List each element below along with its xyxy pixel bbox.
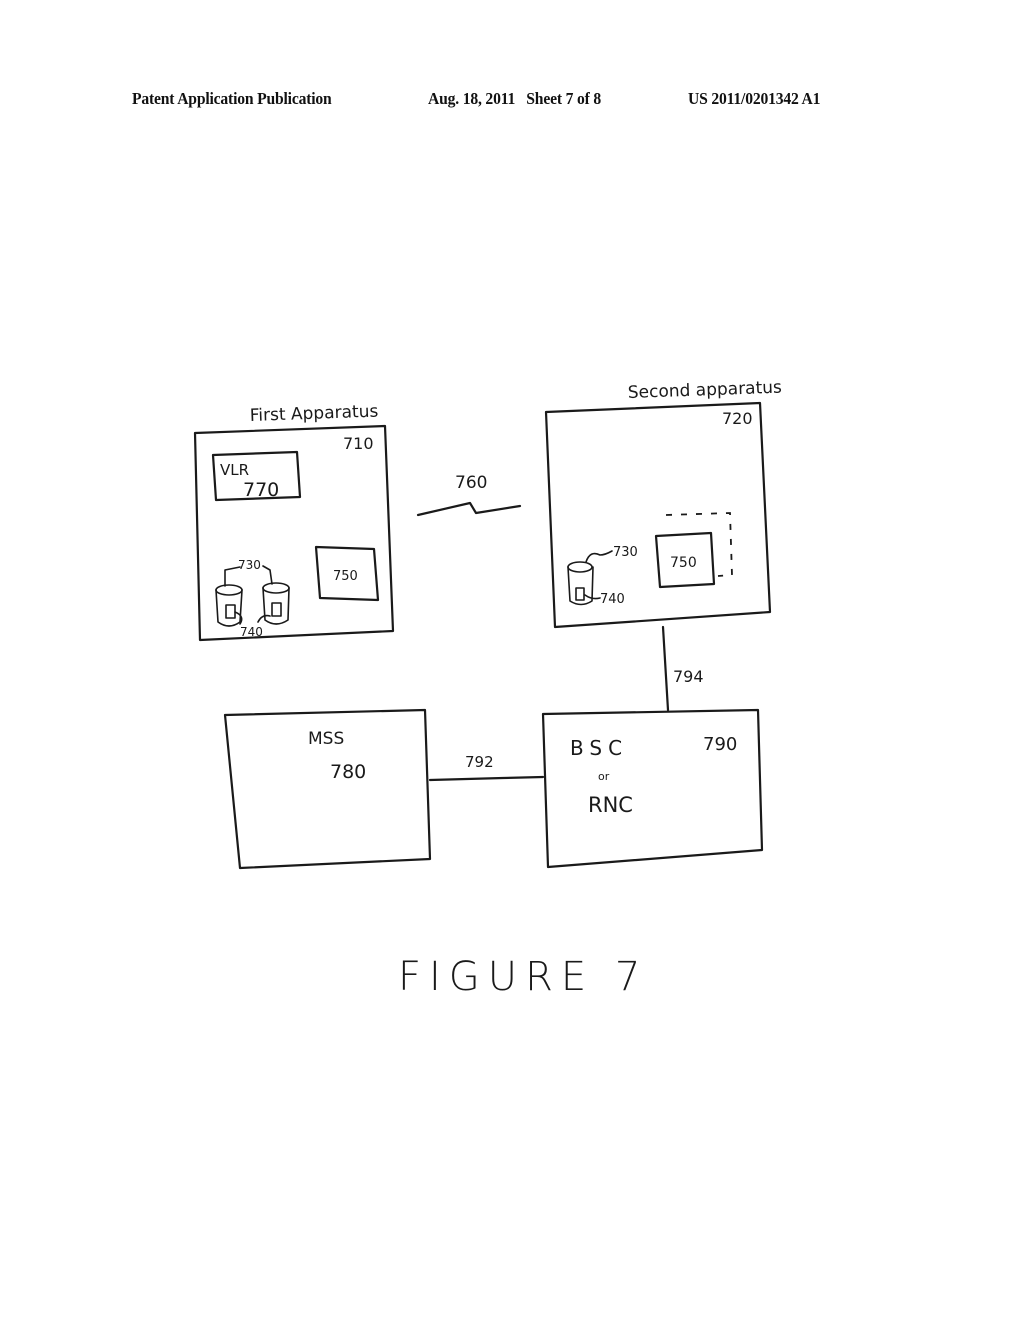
first-database-icon-a [215, 584, 243, 627]
second-apparatus-box [544, 401, 772, 629]
link-792-ref: 792 [465, 753, 494, 771]
second-740-ref: 740 [600, 592, 625, 607]
first-730-ref: 730 [238, 558, 261, 572]
link-794-ref: 794 [673, 667, 704, 686]
second-apparatus-ref: 720 [722, 409, 753, 428]
first-apparatus: First Apparatus 710 VLR 770 750 730 740 [193, 402, 395, 642]
wireless-link-ref: 760 [455, 473, 487, 493]
or-label: or [598, 770, 610, 783]
vlr-ref: 770 [243, 479, 279, 501]
bsc-rnc-ref: 790 [703, 734, 737, 755]
first-750-ref: 750 [333, 569, 358, 584]
first-apparatus-box [193, 424, 395, 642]
mss-label: MSS [308, 729, 344, 749]
second-730-ref: 730 [613, 545, 638, 560]
first-740-ref: 740 [240, 625, 263, 639]
mss: MSS 780 [223, 708, 432, 870]
first-database-icon-b [262, 582, 290, 625]
figure-caption: FIGURE 7 [398, 954, 648, 1000]
link-794: 794 [661, 625, 704, 712]
second-750-ref: 750 [670, 555, 697, 571]
bsc-rnc: BSC or RNC 790 [541, 708, 764, 869]
second-730-leader [585, 550, 613, 563]
first-apparatus-title: First Apparatus [249, 402, 378, 426]
figure-7-diagram: First Apparatus 710 VLR 770 750 730 740 … [193, 378, 782, 1000]
vlr-label: VLR [220, 461, 249, 479]
wireless-link: 760 [416, 473, 522, 517]
first-apparatus-ref: 710 [343, 434, 374, 453]
second-apparatus: Second apparatus 720 750 730 740 [544, 378, 782, 629]
bsc-label: BSC [570, 736, 628, 760]
mss-ref: 780 [330, 761, 366, 783]
rnc-label: RNC [588, 793, 633, 817]
link-792: 792 [428, 753, 545, 782]
second-apparatus-title: Second apparatus [627, 378, 782, 403]
